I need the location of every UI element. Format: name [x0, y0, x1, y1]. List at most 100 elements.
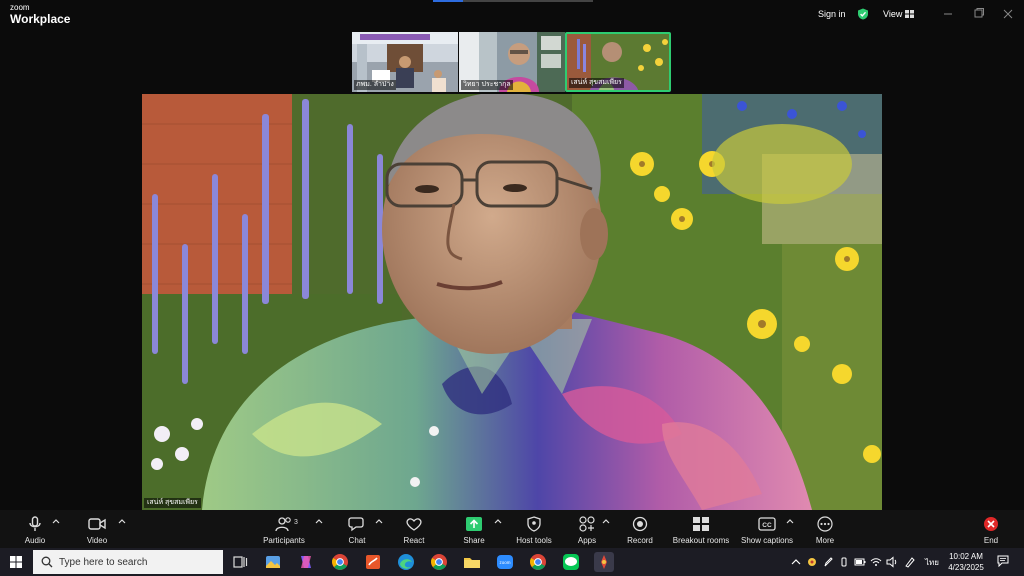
- video-button[interactable]: Video: [80, 510, 114, 548]
- app-logo: zoom Workplace: [10, 3, 71, 26]
- task-view-icon[interactable]: [230, 552, 250, 572]
- brand-large: Workplace: [10, 12, 71, 26]
- share-button[interactable]: Share: [457, 510, 491, 548]
- brand-small: zoom: [10, 3, 30, 12]
- tray-usb-icon[interactable]: [838, 556, 850, 568]
- heart-icon: [406, 518, 422, 531]
- participant-name-3: เสน่ห์ สุขสมเพียร: [569, 78, 624, 88]
- apps-button[interactable]: Apps: [570, 510, 604, 548]
- active-speaker-video[interactable]: เสน่ห์ สุขสมเพียร: [142, 94, 882, 510]
- sign-in-button[interactable]: Sign in: [818, 9, 846, 19]
- participant-name-1: ภพม. ลำปาง: [354, 80, 396, 90]
- chat-label: Chat: [348, 536, 366, 545]
- line-app-icon[interactable]: [561, 552, 581, 572]
- participants-label: Participants: [263, 536, 305, 545]
- zoom-icon[interactable]: zoom: [495, 552, 515, 572]
- microphone-icon: [29, 516, 41, 531]
- svg-text:zoom: zoom: [499, 560, 510, 565]
- close-icon[interactable]: [1000, 7, 1016, 21]
- more-button[interactable]: More: [808, 510, 842, 548]
- end-meeting-button[interactable]: End: [974, 510, 1008, 548]
- record-label: Record: [627, 536, 653, 545]
- shield-icon: [527, 516, 541, 532]
- show-captions-label: Show captions: [740, 536, 794, 545]
- video-camera-icon: [88, 518, 106, 530]
- participants-count: 3: [294, 519, 298, 526]
- chrome-icon-2[interactable]: [429, 552, 449, 572]
- edge-icon[interactable]: [396, 552, 416, 572]
- thumbnail-participant-1[interactable]: ภพม. ลำปาง: [352, 32, 458, 92]
- notification-icon[interactable]: [997, 555, 1009, 567]
- breakout-rooms-icon: [693, 517, 709, 531]
- video-label: Video: [86, 536, 108, 545]
- window-top-accent: [433, 0, 463, 2]
- breakout-rooms-button[interactable]: Breakout rooms: [670, 510, 732, 548]
- apps-options-chevron-icon[interactable]: [602, 518, 610, 524]
- windows-taskbar: Type here to search zoom ไทย 10:02 AM 4/…: [0, 548, 1024, 576]
- copilot-icon[interactable]: [296, 552, 316, 572]
- chat-icon: [348, 517, 364, 532]
- view-button[interactable]: View: [883, 9, 902, 19]
- closed-captions-icon: CC: [758, 517, 776, 531]
- breakout-rooms-label: Breakout rooms: [672, 536, 730, 545]
- tray-pen-menu-icon[interactable]: [904, 556, 916, 568]
- share-options-chevron-icon[interactable]: [494, 518, 502, 524]
- app-icon-orange[interactable]: [363, 552, 383, 572]
- taskbar-search-box[interactable]: Type here to search: [33, 550, 223, 574]
- tray-pen-icon[interactable]: [822, 556, 834, 568]
- presentation-app-icon[interactable]: [594, 552, 614, 572]
- wifi-icon[interactable]: [870, 556, 882, 568]
- chat-button[interactable]: Chat: [340, 510, 374, 548]
- volume-icon[interactable]: [886, 556, 898, 568]
- shield-check-icon[interactable]: [857, 8, 869, 20]
- participants-button[interactable]: Participants: [260, 510, 308, 548]
- chat-options-chevron-icon[interactable]: [375, 518, 383, 524]
- windows-start-icon[interactable]: [10, 556, 22, 568]
- show-captions-button[interactable]: CC Show captions: [738, 510, 796, 548]
- react-button[interactable]: React: [397, 510, 431, 548]
- speaker-name-label: เสน่ห์ สุขสมเพียร: [144, 498, 201, 508]
- host-tools-button[interactable]: Host tools: [512, 510, 556, 548]
- title-bar: zoom Workplace Sign in View: [0, 0, 1024, 30]
- tray-chevron-icon[interactable]: [790, 556, 802, 568]
- apps-label: Apps: [577, 536, 597, 545]
- speaker-video-frame: [142, 94, 882, 510]
- photos-icon[interactable]: [263, 552, 283, 572]
- record-icon: [632, 516, 648, 532]
- host-tools-label: Host tools: [516, 536, 552, 545]
- clock-time: 10:02 AM: [949, 552, 983, 561]
- record-button[interactable]: Record: [623, 510, 657, 548]
- participant-name-2: วิทยา ประชากุล: [461, 80, 513, 90]
- clock-date: 4/23/2025: [948, 563, 984, 572]
- react-label: React: [403, 536, 425, 545]
- chrome-icon[interactable]: [330, 552, 350, 572]
- search-icon: [41, 556, 53, 568]
- restore-icon[interactable]: [970, 7, 986, 21]
- tray-flower-icon[interactable]: [806, 556, 818, 568]
- more-icon: [817, 516, 833, 532]
- more-label: More: [815, 536, 835, 545]
- audio-button[interactable]: Audio: [18, 510, 52, 548]
- grid-view-icon[interactable]: [905, 10, 914, 18]
- video-options-chevron-icon[interactable]: [118, 518, 126, 524]
- system-clock[interactable]: 10:02 AM 4/23/2025: [944, 551, 988, 573]
- audio-options-chevron-icon[interactable]: [52, 518, 60, 524]
- chrome-icon-3[interactable]: [528, 552, 548, 572]
- share-label: Share: [463, 536, 485, 545]
- meeting-toolbar: Audio Video Participants 3 Chat React Sh…: [0, 510, 1024, 548]
- thumbnail-participant-2[interactable]: วิทยา ประชากุล: [459, 32, 565, 92]
- search-placeholder: Type here to search: [59, 557, 148, 568]
- participants-options-chevron-icon[interactable]: [315, 518, 323, 524]
- end-label: End: [983, 536, 999, 545]
- svg-text:CC: CC: [762, 522, 772, 529]
- captions-options-chevron-icon[interactable]: [786, 518, 794, 524]
- minimize-icon[interactable]: [940, 7, 956, 21]
- audio-label: Audio: [24, 536, 46, 545]
- thumbnail-participant-3[interactable]: เสน่ห์ สุขสมเพียร: [565, 32, 671, 92]
- participants-icon: [275, 517, 291, 532]
- end-call-icon: [984, 517, 998, 531]
- input-language-indicator[interactable]: ไทย: [925, 556, 939, 569]
- tray-battery-icon[interactable]: [854, 556, 866, 568]
- file-explorer-icon[interactable]: [462, 552, 482, 572]
- apps-icon: [579, 516, 595, 532]
